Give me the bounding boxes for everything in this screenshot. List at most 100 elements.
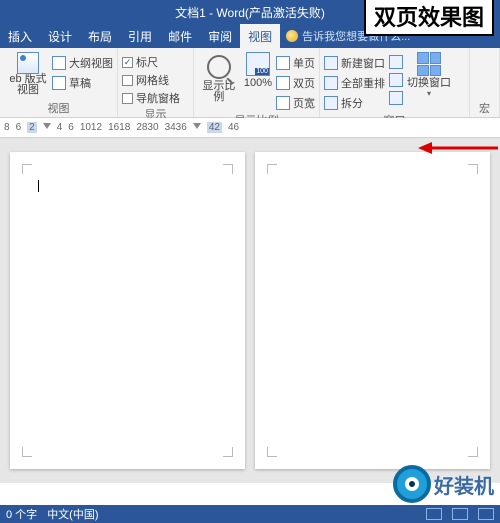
group-zoom: 显示比例 100% 单页 双页 页宽 显示比例 bbox=[194, 48, 320, 117]
watermark: 好装机 bbox=[393, 465, 494, 503]
checkbox-icon bbox=[122, 75, 133, 86]
draft-icon bbox=[52, 76, 66, 90]
reset-icon bbox=[389, 91, 403, 105]
checkbox-icon bbox=[122, 93, 133, 104]
ruler-num: 6 bbox=[68, 122, 74, 133]
ruler-num: 1618 bbox=[108, 122, 130, 133]
draft-view-button[interactable]: 草稿 bbox=[52, 74, 113, 92]
sync-icon bbox=[389, 73, 403, 87]
gridlines-label: 网格线 bbox=[136, 72, 169, 88]
ruler-num: 42 bbox=[207, 122, 222, 133]
split-icon bbox=[324, 96, 338, 110]
web-layout-button[interactable]: eb 版式视图 bbox=[4, 50, 52, 98]
tab-mailings[interactable]: 邮件 bbox=[160, 24, 200, 48]
ruler-num: 8 bbox=[4, 122, 10, 133]
ruler-checkbox[interactable]: ✓标尺 bbox=[122, 54, 180, 70]
hundred-icon bbox=[246, 52, 270, 76]
crop-mark-icon bbox=[468, 447, 478, 457]
crop-mark-icon bbox=[223, 447, 233, 457]
ruler-num: 2 bbox=[27, 122, 37, 133]
page-width-label: 页宽 bbox=[293, 95, 315, 111]
page-1[interactable] bbox=[10, 152, 245, 469]
text-cursor-icon bbox=[38, 180, 39, 192]
zoom-button[interactable]: 显示比例 bbox=[198, 50, 240, 105]
switch-windows-icon bbox=[417, 52, 441, 76]
multi-page-button[interactable]: 双页 bbox=[276, 74, 315, 92]
annotation-arrow-icon bbox=[418, 138, 498, 158]
status-bar: 0 个字 中文(中国) bbox=[0, 505, 500, 523]
checkbox-checked-icon: ✓ bbox=[122, 57, 133, 68]
group-show: ✓标尺 网格线 导航窗格 显示 bbox=[118, 48, 194, 117]
ribbon: eb 版式视图 大纲视图 草稿 视图 ✓标尺 网格线 导航窗格 显 bbox=[0, 48, 500, 118]
hundred-label: 100% bbox=[244, 78, 272, 89]
group-macros: 宏 bbox=[470, 48, 500, 117]
new-window-label: 新建窗口 bbox=[341, 55, 385, 71]
status-word-count[interactable]: 0 个字 bbox=[6, 506, 37, 522]
ruler-num: 2830 bbox=[136, 122, 158, 133]
group-macros-label: 宏 bbox=[474, 100, 495, 117]
reset-position-button[interactable] bbox=[389, 90, 403, 106]
window-title: 文档1 - Word(产品激活失败) bbox=[175, 4, 325, 21]
outline-label: 大纲视图 bbox=[69, 55, 113, 71]
chevron-down-icon: ▾ bbox=[427, 89, 431, 98]
crop-mark-icon bbox=[22, 447, 32, 457]
status-language[interactable]: 中文(中国) bbox=[47, 506, 98, 522]
outline-icon bbox=[52, 56, 66, 70]
group-views: eb 版式视图 大纲视图 草稿 视图 bbox=[0, 48, 118, 117]
annotation-callout: 双页效果图 bbox=[364, 0, 494, 36]
read-mode-icon[interactable] bbox=[426, 508, 442, 520]
navpane-label: 导航窗格 bbox=[136, 90, 180, 106]
tab-view[interactable]: 视图 bbox=[240, 24, 280, 48]
switch-windows-label: 切换窗口 bbox=[407, 78, 451, 89]
side-icon bbox=[389, 55, 403, 69]
watermark-text: 好装机 bbox=[434, 470, 494, 499]
crop-mark-icon bbox=[267, 164, 277, 174]
web-layout-label: eb 版式视图 bbox=[8, 74, 48, 96]
arrange-all-button[interactable]: 全部重排 bbox=[324, 74, 385, 92]
tab-review[interactable]: 审阅 bbox=[200, 24, 240, 48]
arrange-icon bbox=[324, 76, 338, 90]
group-views-label: 视图 bbox=[4, 100, 113, 117]
single-page-icon bbox=[276, 56, 290, 70]
ruler-num: 1012 bbox=[80, 122, 102, 133]
draft-label: 草稿 bbox=[69, 75, 91, 91]
single-page-label: 单页 bbox=[293, 55, 315, 71]
web-layout-icon[interactable] bbox=[478, 508, 494, 520]
ruler-num: 3436 bbox=[165, 122, 187, 133]
zoom-icon bbox=[207, 55, 231, 79]
tab-references[interactable]: 引用 bbox=[120, 24, 160, 48]
tab-layout[interactable]: 布局 bbox=[80, 24, 120, 48]
new-window-icon bbox=[324, 56, 338, 70]
crop-mark-icon bbox=[22, 164, 32, 174]
group-window: 新建窗口 全部重排 拆分 切换窗口 ▾ 窗口 bbox=[320, 48, 470, 117]
indent-marker-icon[interactable] bbox=[43, 123, 51, 133]
switch-windows-button[interactable]: 切换窗口 ▾ bbox=[403, 50, 455, 100]
gridlines-checkbox[interactable]: 网格线 bbox=[122, 72, 180, 88]
crop-mark-icon bbox=[468, 164, 478, 174]
watermark-logo-icon bbox=[393, 465, 431, 503]
ruler-label: 标尺 bbox=[136, 54, 158, 70]
outline-view-button[interactable]: 大纲视图 bbox=[52, 54, 113, 72]
split-label: 拆分 bbox=[341, 95, 363, 111]
single-page-button[interactable]: 单页 bbox=[276, 54, 315, 72]
print-layout-icon[interactable] bbox=[452, 508, 468, 520]
document-canvas[interactable] bbox=[0, 138, 500, 483]
split-button[interactable]: 拆分 bbox=[324, 94, 385, 112]
tab-insert[interactable]: 插入 bbox=[0, 24, 40, 48]
navpane-checkbox[interactable]: 导航窗格 bbox=[122, 90, 180, 106]
side-by-side-button[interactable] bbox=[389, 54, 403, 70]
indent-marker-icon[interactable] bbox=[193, 123, 201, 133]
ruler-num: 6 bbox=[16, 122, 22, 133]
sync-scroll-button[interactable] bbox=[389, 72, 403, 88]
new-window-button[interactable]: 新建窗口 bbox=[324, 54, 385, 72]
crop-mark-icon bbox=[267, 447, 277, 457]
tab-design[interactable]: 设计 bbox=[40, 24, 80, 48]
hundred-button[interactable]: 100% bbox=[240, 50, 276, 91]
arrange-label: 全部重排 bbox=[341, 75, 385, 91]
ruler-num: 4 bbox=[57, 122, 63, 133]
multi-page-icon bbox=[276, 76, 290, 90]
page-2[interactable] bbox=[255, 152, 490, 469]
ruler-num: 46 bbox=[228, 122, 239, 133]
page-width-button[interactable]: 页宽 bbox=[276, 94, 315, 112]
page-width-icon bbox=[276, 96, 290, 110]
